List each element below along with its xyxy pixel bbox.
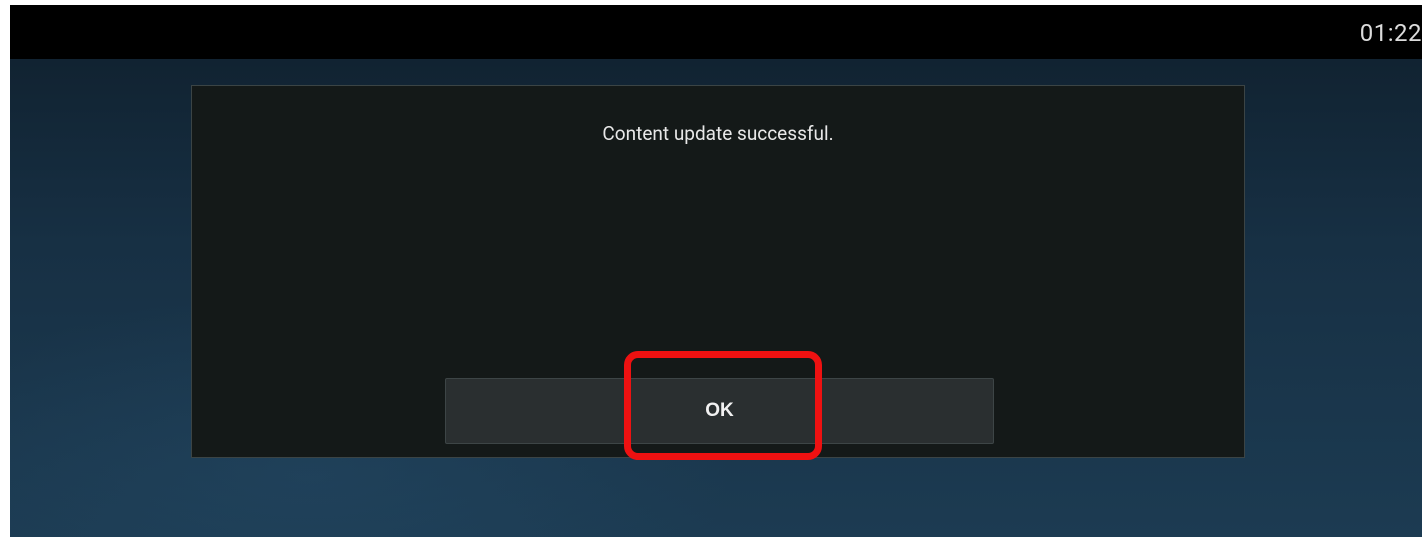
dialog-message: Content update successful. bbox=[602, 122, 834, 145]
clock: 01:22 bbox=[1359, 19, 1422, 47]
screen: 01:22 Content update successful. OK bbox=[10, 5, 1422, 537]
dialog: Content update successful. OK bbox=[191, 85, 1245, 458]
status-bar: 01:22 bbox=[10, 5, 1422, 59]
ok-button-label: OK bbox=[705, 400, 734, 421]
ok-button[interactable]: OK bbox=[445, 378, 994, 444]
